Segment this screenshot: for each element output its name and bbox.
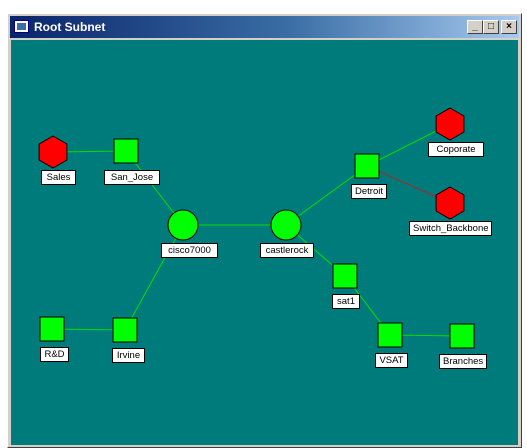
node-switch_backbone-icon[interactable] [435, 186, 465, 220]
window-title: Root Subnet [34, 20, 106, 34]
node-label-cisco7000[interactable]: cisco7000 [161, 243, 218, 258]
maximize-button[interactable]: □ [483, 20, 499, 34]
app-window-icon[interactable] [14, 20, 29, 33]
network-map-canvas[interactable]: Sales San_Jose cisco7000 castlerock Detroit C… [11, 40, 518, 445]
node-branches-icon[interactable] [449, 323, 475, 349]
minimize-button[interactable]: _ [467, 20, 483, 34]
node-vsat-icon[interactable] [377, 322, 403, 348]
node-detroit-icon[interactable] [354, 153, 380, 179]
node-label-irvine[interactable]: Irvine [112, 348, 145, 363]
root-subnet-window: Root Subnet _ □ × Sales San_Jose cisco7000… [7, 13, 522, 448]
node-coporate-icon[interactable] [435, 107, 465, 141]
title-bar[interactable]: Root Subnet _ □ × [10, 16, 519, 38]
node-label-switch_backbone[interactable]: Switch_Backbone [409, 221, 492, 236]
link-cisco7000-irvine[interactable] [124, 224, 184, 331]
node-label-vsat[interactable]: VSAT [375, 353, 408, 368]
node-sales-icon[interactable] [38, 135, 68, 169]
node-label-detroit[interactable]: Detroit [351, 184, 387, 199]
node-sat1-icon[interactable] [332, 263, 358, 289]
node-label-coporate[interactable]: Coporate [428, 142, 484, 157]
node-label-branches[interactable]: Branches [439, 354, 487, 369]
node-label-san_jose[interactable]: San_Jose [104, 170, 160, 185]
node-irvine-icon[interactable] [112, 317, 138, 343]
node-castlerock-icon[interactable] [270, 209, 302, 241]
node-label-castlerock[interactable]: castlerock [260, 243, 314, 258]
node-rnd-icon[interactable] [39, 316, 65, 342]
node-san_jose-icon[interactable] [113, 138, 139, 164]
node-label-rnd[interactable]: R&D [40, 347, 69, 362]
node-label-sales[interactable]: Sales [41, 170, 76, 185]
node-label-sat1[interactable]: sat1 [332, 294, 360, 309]
node-cisco7000-icon[interactable] [167, 209, 199, 241]
close-button[interactable]: × [501, 20, 517, 34]
